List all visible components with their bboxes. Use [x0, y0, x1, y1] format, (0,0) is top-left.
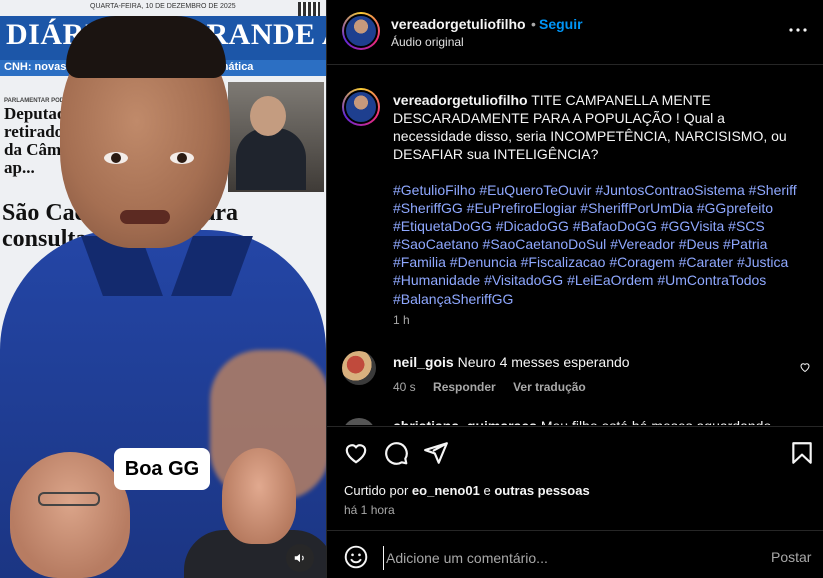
caption-username[interactable]: vereadorgetuliofilho — [393, 92, 528, 108]
hashtag-link[interactable]: #Denuncia — [450, 254, 517, 270]
hashtag-link[interactable]: #DicadoGG — [496, 218, 569, 234]
emoji-icon[interactable] — [343, 544, 369, 570]
post-caption: vereadorgetuliofilho TITE CAMPANELLA MEN… — [393, 91, 805, 163]
post-timestamp: há 1 hora — [344, 503, 395, 517]
hashtag-link[interactable]: #UmContraTodos — [657, 272, 766, 288]
caption-avatar[interactable] — [342, 88, 380, 126]
comment-reply-button[interactable]: Responder — [433, 380, 496, 394]
commenter-avatar[interactable] — [342, 351, 376, 385]
comment-heart-glyph — [800, 363, 810, 373]
hashtag-link[interactable]: #GetulioFilho — [393, 182, 476, 198]
speaker-eye-right — [170, 152, 194, 164]
save-glyph — [792, 442, 812, 464]
newspaper-photo-person-body — [236, 128, 306, 190]
liked-user-link[interactable]: eo_neno01 — [412, 483, 480, 498]
header-divider — [327, 64, 823, 65]
speaker-icon-glyph — [294, 553, 304, 563]
post-details-panel: vereadorgetuliofilho • Seguir Áudio orig… — [326, 0, 823, 578]
hashtag-link[interactable]: #EuQueroTeOuvir — [479, 182, 591, 198]
heart-icon[interactable] — [343, 440, 369, 466]
like-glyph — [345, 444, 367, 464]
bookmark-icon[interactable] — [789, 440, 815, 466]
comment-input[interactable] — [383, 546, 763, 570]
speaker-mouth — [120, 210, 170, 224]
comment-glyph — [385, 442, 408, 465]
speaker-eye-left — [104, 152, 128, 164]
hashtag-link[interactable]: #VisitadoGG — [484, 272, 563, 288]
hashtag-link[interactable]: #Justica — [737, 254, 788, 270]
hashtag-link[interactable]: #Carater — [679, 254, 733, 270]
author-avatar[interactable] — [342, 12, 380, 50]
hashtag-link[interactable]: #Fiscalizacao — [521, 254, 606, 270]
hashtag-link[interactable]: #SaoCaetanoDoSul — [483, 236, 607, 252]
more-horizontal-icon[interactable] — [783, 18, 813, 42]
hashtag-link[interactable]: #Patria — [723, 236, 767, 252]
header-separator: • — [531, 16, 536, 32]
comment-meta: 40 s Responder Ver tradução — [393, 380, 600, 394]
hashtag-link[interactable]: #Deus — [679, 236, 719, 252]
share-glyph — [424, 442, 448, 464]
comment-box-divider — [327, 530, 823, 531]
speaker-hair — [66, 16, 226, 78]
follow-button[interactable]: Seguir — [539, 16, 583, 32]
newspaper-photo-person-head — [250, 96, 286, 136]
liked-by-text: Curtido por eo_neno01 e outras pessoas — [344, 483, 590, 498]
newspaper-date: QUARTA-FEIRA, 10 DE DEZEMBRO DE 2025 — [90, 3, 236, 10]
post-media[interactable]: QUARTA-FEIRA, 10 DE DEZEMBRO DE 2025 DIÁ… — [0, 0, 326, 578]
speaker-icon[interactable] — [286, 544, 314, 572]
sticker-glasses — [38, 492, 100, 506]
comment-icon[interactable] — [383, 440, 409, 466]
hashtag-link[interactable]: #SaoCaetano — [393, 236, 479, 252]
comment-time: 40 s — [393, 380, 416, 394]
author-username[interactable]: vereadorgetuliofilho — [391, 16, 526, 32]
original-audio-link[interactable]: Áudio original — [391, 35, 464, 49]
emoji-glyph — [344, 545, 368, 569]
sticker-face-left — [10, 452, 130, 578]
hashtag-link[interactable]: #GGVisita — [661, 218, 725, 234]
comment-translate-button[interactable]: Ver tradução — [513, 380, 586, 394]
hashtag-link[interactable]: #Sheriff — [749, 182, 797, 198]
comment-text: Neuro 4 messes esperando — [457, 354, 630, 370]
hashtag-link[interactable]: #Humanidade — [393, 272, 480, 288]
hashtag-link[interactable]: #EtiquetaDoGG — [393, 218, 492, 234]
hashtag-link[interactable]: #BafaoDoGG — [573, 218, 657, 234]
liked-prefix: Curtido por — [344, 483, 412, 498]
more-dots-glyph — [789, 28, 807, 32]
actions-divider — [327, 426, 823, 427]
hashtag-link[interactable]: #BalançaSheriffGG — [393, 291, 513, 307]
hashtag-link[interactable]: #JuntosContraoSistema — [595, 182, 744, 198]
liked-others-link[interactable]: outras pessoas — [494, 483, 589, 498]
hashtag-link[interactable]: #SheriffPorUmDia — [580, 200, 693, 216]
send-icon[interactable] — [423, 440, 449, 466]
hashtag-link[interactable]: #Vereador — [610, 236, 675, 252]
hashtag-link[interactable]: #LeiEaOrdem — [567, 272, 653, 288]
hashtag-link[interactable]: #Familia — [393, 254, 446, 270]
hashtag-link[interactable]: #GGprefeito — [697, 200, 773, 216]
hashtag-link[interactable]: #SCS — [728, 218, 765, 234]
comment-heart-icon[interactable] — [799, 360, 813, 374]
post-comment-button[interactable]: Postar — [771, 549, 811, 565]
comment-item: neil_gois Neuro 4 messes esperando — [393, 354, 630, 370]
caption-hashtags: #GetulioFilho #EuQueroTeOuvir #JuntosCon… — [393, 181, 817, 308]
hashtag-link[interactable]: #EuPrefiroElogiar — [467, 200, 577, 216]
comment-username[interactable]: neil_gois — [393, 354, 454, 370]
hashtag-link[interactable]: #SheriffGG — [393, 200, 463, 216]
sticker-face-right — [222, 448, 296, 544]
hashtag-link[interactable]: #Coragem — [609, 254, 674, 270]
liked-middle: e — [479, 483, 495, 498]
video-caption-overlay: Boa GG — [114, 448, 210, 490]
caption-timestamp: 1 h — [393, 313, 410, 327]
